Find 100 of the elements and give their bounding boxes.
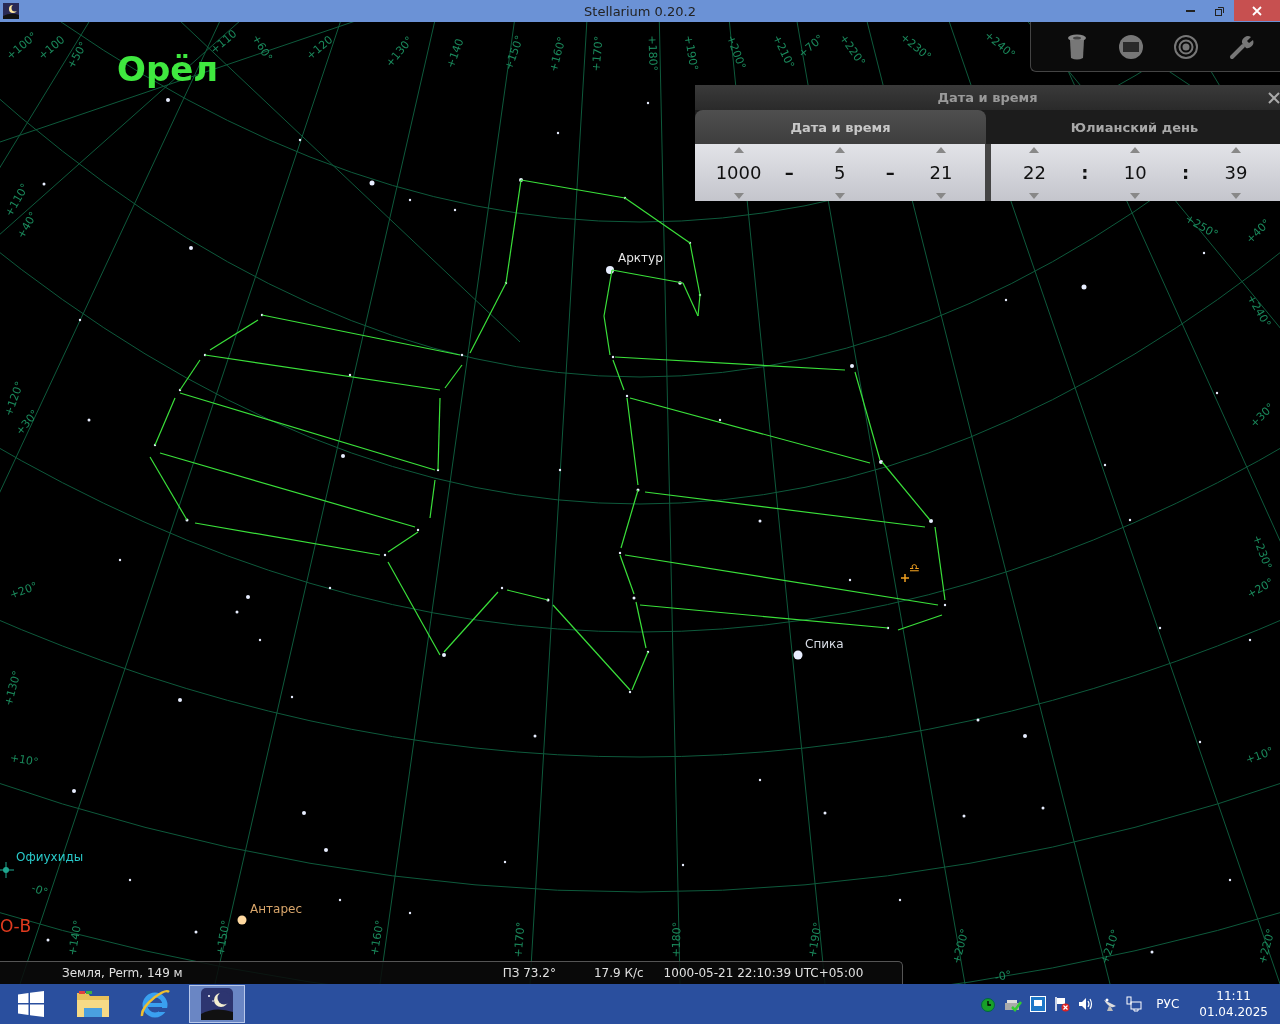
grid-label: +170° xyxy=(590,35,605,72)
sky-label: О-В xyxy=(0,918,32,935)
sky-label: ♎ xyxy=(909,562,920,574)
star-dot xyxy=(623,196,627,200)
grid-label: +10° xyxy=(1244,745,1275,766)
fps-text: 17.9 К/с xyxy=(593,966,644,980)
star-dot xyxy=(72,789,76,793)
taskbar-clock[interactable]: 11:11 01.04.2025 xyxy=(1199,988,1268,1020)
language-indicator[interactable]: РУС xyxy=(1156,997,1180,1011)
star-dot xyxy=(898,898,902,902)
up-arrow-icon[interactable] xyxy=(935,146,946,153)
star-dot xyxy=(1128,518,1132,522)
star-dot xyxy=(632,596,636,600)
planet-marker-icon xyxy=(900,573,910,583)
star-dot xyxy=(166,98,170,102)
nebula-drawing xyxy=(0,861,15,879)
star-dot xyxy=(42,182,46,186)
app-window-icon[interactable] xyxy=(1030,996,1047,1012)
star-dot xyxy=(646,650,650,654)
star-dot xyxy=(606,266,614,274)
browser-icon xyxy=(139,988,171,1020)
dialog-tab[interactable]: Дата и время xyxy=(695,110,986,144)
clock-icon[interactable] xyxy=(980,996,997,1012)
constellation-line xyxy=(429,479,436,519)
star-dot xyxy=(848,578,852,582)
up-arrow-icon[interactable] xyxy=(1029,146,1040,153)
sky-label: Спика xyxy=(805,638,844,650)
spin-field[interactable]: 1000 xyxy=(713,146,764,199)
star-dot xyxy=(442,653,446,657)
grid-label: +130° xyxy=(2,669,23,707)
star-dot xyxy=(546,598,550,602)
star-dot xyxy=(324,848,328,852)
star-dot xyxy=(408,198,412,202)
separator: : xyxy=(1081,162,1089,183)
grid-label: +150° xyxy=(214,919,232,957)
star-dot xyxy=(203,353,207,357)
star-dot xyxy=(500,586,504,590)
star-dot xyxy=(436,468,440,472)
star-dot xyxy=(1248,638,1252,642)
star-dot xyxy=(823,811,827,815)
up-arrow-icon[interactable] xyxy=(1231,146,1242,153)
grid-label: +140° xyxy=(66,919,84,957)
star-dot xyxy=(503,860,507,864)
grid-label: +180° xyxy=(646,35,659,72)
up-arrow-icon[interactable] xyxy=(1130,146,1141,153)
star-dot xyxy=(504,281,508,285)
separator: : xyxy=(1182,162,1190,183)
eyepiece-icon[interactable] xyxy=(1065,33,1088,60)
star-dot xyxy=(128,878,132,882)
star-dot xyxy=(460,353,464,357)
star-dot xyxy=(237,915,247,925)
wrench-icon[interactable] xyxy=(1229,33,1256,60)
star-dot xyxy=(185,518,189,522)
star-dot xyxy=(78,318,82,322)
spin-field[interactable]: 10 xyxy=(1110,146,1161,199)
star-dot xyxy=(153,443,157,447)
star-dot xyxy=(1150,950,1154,954)
spin-field[interactable]: 5 xyxy=(814,146,865,199)
star-dot xyxy=(611,355,615,359)
windows-logo-icon xyxy=(18,991,44,1017)
star-dot xyxy=(1158,626,1162,630)
speaker-icon[interactable] xyxy=(1078,996,1095,1012)
star-dot xyxy=(369,180,375,186)
sky-label: Офиухиды xyxy=(16,851,84,863)
star-dot xyxy=(758,778,762,782)
grid-label: -0° xyxy=(30,882,50,899)
constellation-line xyxy=(897,614,943,631)
close-icon[interactable] xyxy=(1268,92,1280,104)
star-dot xyxy=(453,208,457,212)
star-dot xyxy=(348,373,352,377)
restore-icon xyxy=(1214,5,1225,16)
grid-label: +160° xyxy=(547,35,568,73)
star-dot xyxy=(189,246,193,250)
spin-field[interactable]: 21 xyxy=(915,146,966,199)
screen-icon[interactable] xyxy=(1117,33,1144,60)
up-arrow-icon[interactable] xyxy=(834,146,845,153)
star-dot xyxy=(328,586,332,590)
star-dot xyxy=(646,101,650,105)
star-dot xyxy=(850,364,854,368)
star-dot xyxy=(879,460,883,464)
close-button[interactable] xyxy=(1234,0,1280,21)
flag-error-icon[interactable] xyxy=(1054,996,1071,1012)
star-dot xyxy=(618,551,622,555)
spin-field[interactable]: 22 xyxy=(1009,146,1060,199)
star-dot xyxy=(383,553,387,557)
star-dot xyxy=(688,241,692,245)
star-dot xyxy=(718,418,722,422)
grid-label: +160° xyxy=(368,919,386,957)
taskbar-app-button[interactable] xyxy=(189,985,245,1023)
star-dot xyxy=(1023,734,1027,738)
star-dot xyxy=(519,178,523,182)
network-icon[interactable] xyxy=(1126,996,1143,1012)
fov-text: ПЗ 73.2° xyxy=(502,966,556,980)
spin-field[interactable]: 39 xyxy=(1211,146,1262,199)
grid-label: +230° xyxy=(1250,533,1274,571)
up-arrow-icon[interactable] xyxy=(733,146,744,153)
target-icon[interactable] xyxy=(1173,33,1200,60)
constellation-line xyxy=(444,364,463,389)
minimize-icon xyxy=(1186,9,1195,12)
star-dot xyxy=(246,595,250,599)
